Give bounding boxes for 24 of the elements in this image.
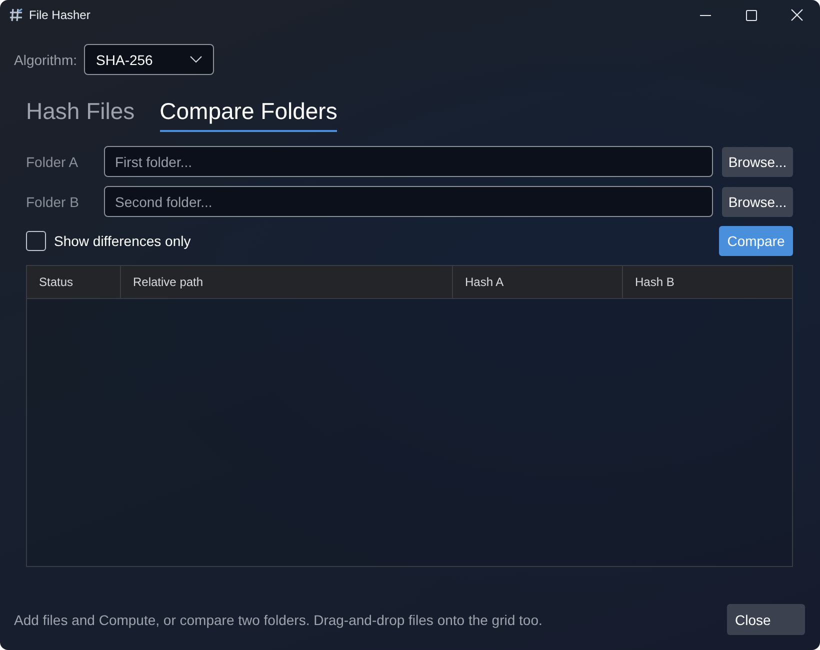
checkbox[interactable] — [26, 231, 46, 251]
checkbox-label: Show differences only — [54, 233, 191, 249]
minimize-icon[interactable] — [700, 14, 710, 16]
column-header[interactable]: Hash B — [623, 266, 792, 298]
maximize-icon[interactable] — [746, 10, 756, 20]
folder-label: Folder A — [26, 154, 80, 170]
chevron-down-icon — [190, 56, 202, 63]
column-header[interactable]: Relative path — [121, 266, 453, 298]
folder-field[interactable]: First folder... — [104, 146, 713, 177]
window-title: File Hasher — [29, 8, 90, 22]
close-icon[interactable] — [791, 9, 803, 21]
algorithm-dropdown[interactable]: SHA-256 — [84, 44, 214, 75]
browse-button[interactable]: Browse... — [722, 186, 793, 216]
tab[interactable]: Compare Folders — [160, 97, 338, 132]
status-text: Add files and Compute, or compare two folders. Drag-and-drop files onto the grid too. — [14, 612, 544, 628]
close-button[interactable]: Close — [727, 604, 805, 635]
hash-icon — [9, 8, 23, 22]
algorithm-label: Algorithm: — [14, 52, 78, 68]
tab[interactable]: Hash Files — [26, 97, 135, 132]
browse-button[interactable]: Browse... — [722, 146, 793, 176]
column-header[interactable]: Hash A — [453, 266, 623, 298]
folder-field[interactable]: Second folder... — [104, 186, 713, 217]
column-header[interactable]: Status — [27, 266, 121, 298]
folder-label: Folder B — [26, 194, 80, 210]
